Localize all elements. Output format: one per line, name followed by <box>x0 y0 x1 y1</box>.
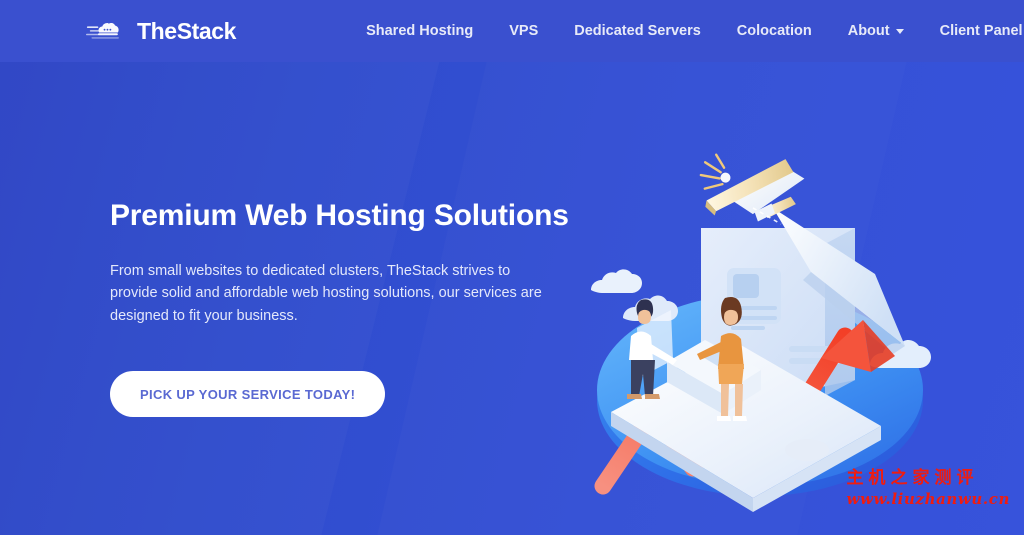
chevron-down-icon <box>895 28 904 34</box>
nav-label: About <box>847 23 890 39</box>
site-header: TheStack Shared Hosting VPS Dedicated Se… <box>0 0 1024 62</box>
hero-content: Premium Web Hosting Solutions From small… <box>110 198 580 418</box>
nav-label: Client Panel <box>939 23 1023 39</box>
nav-item-shared-hosting[interactable]: Shared Hosting <box>348 0 491 62</box>
pick-up-service-button[interactable]: PICK UP YOUR SERVICE TODAY! <box>110 371 386 418</box>
nav-item-about[interactable]: About <box>830 0 922 62</box>
nav-item-colocation[interactable]: Colocation <box>719 0 830 62</box>
cloud-server-speed-icon <box>86 18 128 44</box>
nav-label: Colocation <box>736 23 812 39</box>
nav-label: Shared Hosting <box>366 23 474 39</box>
illustration-cloud-left-1 <box>591 269 642 293</box>
nav-label: VPS <box>509 23 539 39</box>
hero-illustration <box>575 150 955 530</box>
main-navigation: Shared Hosting VPS Dedicated Servers Col… <box>348 0 1024 62</box>
illustration-airplane <box>699 153 805 222</box>
brand-name: TheStack <box>137 17 237 44</box>
nav-label: Dedicated Servers <box>574 23 701 39</box>
page-title: Premium Web Hosting Solutions <box>110 199 569 232</box>
nav-item-client-panel[interactable]: Client Panel <box>922 0 1024 62</box>
propeller-blur <box>699 153 726 190</box>
brand-logo-link[interactable]: TheStack <box>86 18 236 44</box>
page-root: TheStack Shared Hosting VPS Dedicated Se… <box>0 0 1024 535</box>
nav-item-dedicated-servers[interactable]: Dedicated Servers <box>556 0 719 62</box>
hero-subtitle: From small websites to dedicated cluster… <box>110 263 542 324</box>
nav-item-vps[interactable]: VPS <box>491 0 556 62</box>
